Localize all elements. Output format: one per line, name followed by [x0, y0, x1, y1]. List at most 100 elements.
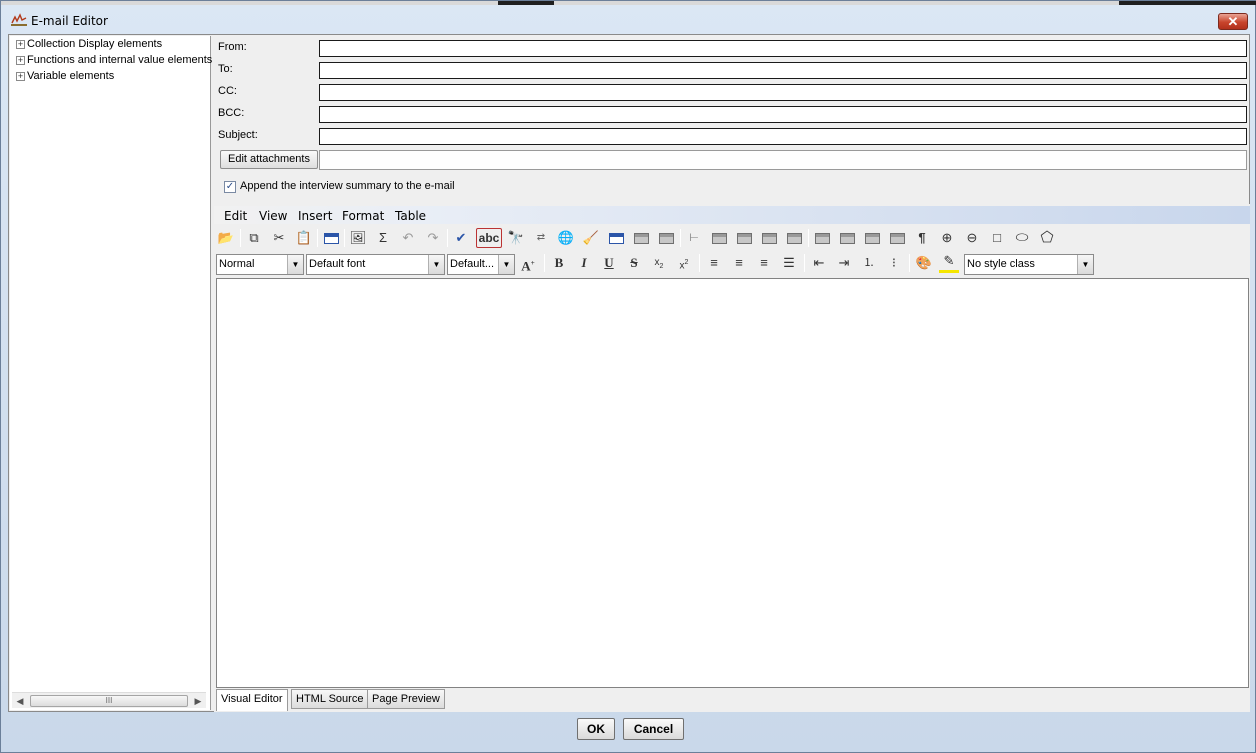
window-title: E-mail Editor [31, 14, 108, 28]
insert-row-icon[interactable] [631, 228, 651, 248]
redo-icon[interactable]: ↷ [423, 228, 443, 248]
menu-table[interactable]: Table [395, 209, 426, 223]
to-field[interactable] [319, 62, 1247, 79]
font-select[interactable]: Default font ▼ [306, 254, 445, 275]
chevron-down-icon[interactable]: ▼ [498, 255, 514, 274]
bcc-field[interactable] [319, 106, 1247, 123]
clean-format-icon[interactable]: 🧹 [581, 228, 601, 248]
tab-html-source[interactable]: HTML Source [291, 689, 369, 709]
highlight-icon[interactable]: ✎ [939, 253, 959, 273]
title-bar[interactable]: E-mail Editor ✕ [1, 5, 1255, 35]
tree-item-label: Functions and internal value elements [27, 54, 213, 66]
cc-field[interactable] [319, 84, 1247, 101]
dialog-client-area: + Collection Display elements + Functions … [8, 34, 1250, 712]
tree-item-functions[interactable]: + Functions and internal value elements [16, 54, 212, 70]
from-field[interactable] [319, 40, 1247, 57]
scroll-right-icon[interactable]: ▶ [191, 694, 205, 708]
insert-table-icon[interactable] [321, 228, 341, 248]
italic-icon[interactable]: I [574, 253, 594, 273]
table-border-icon[interactable] [862, 228, 882, 248]
table-properties-icon[interactable] [606, 228, 626, 248]
insert-column-icon[interactable] [656, 228, 676, 248]
style-class-value: No style class [967, 258, 1035, 270]
chevron-down-icon[interactable]: ▼ [1077, 255, 1093, 274]
subscript-icon[interactable]: x2 [649, 253, 669, 273]
append-summary-checkbox[interactable]: ✓ [224, 181, 236, 193]
align-right-icon[interactable]: ≡ [754, 253, 774, 273]
style-class-select[interactable]: No style class ▼ [964, 254, 1094, 275]
spellcheck-icon[interactable]: ✔ [451, 228, 471, 248]
scroll-left-icon[interactable]: ◀ [13, 694, 27, 708]
chevron-down-icon[interactable]: ▼ [428, 255, 444, 274]
table-style-icon[interactable] [887, 228, 907, 248]
zoom-out-icon[interactable]: ⊖ [962, 228, 982, 248]
replace-icon[interactable]: ⇄ [531, 228, 551, 248]
menu-edit[interactable]: Edit [224, 209, 247, 223]
visual-editor-area[interactable] [216, 278, 1249, 688]
edit-attachments-button[interactable]: Edit attachments [220, 150, 318, 169]
tree-horizontal-scrollbar[interactable]: ◀ III ▶ [12, 692, 206, 708]
tab-page-preview[interactable]: Page Preview [367, 689, 445, 709]
tree-item-collection-display[interactable]: + Collection Display elements [16, 38, 162, 54]
color-palette-icon[interactable]: 🎨 [914, 253, 934, 273]
attachments-field[interactable] [319, 150, 1247, 170]
cut-icon[interactable]: ✂ [269, 228, 289, 248]
expand-icon[interactable]: + [16, 39, 25, 49]
append-summary-label[interactable]: Append the interview summary to the e-ma… [240, 180, 455, 192]
find-icon[interactable]: 🔭 [506, 228, 526, 248]
copy-icon[interactable]: ⧉ [244, 228, 264, 248]
scroll-thumb[interactable]: III [30, 695, 188, 707]
spellcheck-abc-icon[interactable]: abc [476, 228, 502, 248]
rectangle-shape-icon[interactable]: □ [987, 228, 1007, 248]
ok-button[interactable]: OK [577, 718, 615, 740]
chevron-down-icon[interactable]: ▼ [287, 255, 303, 274]
insert-link-icon[interactable]: 🌐 [556, 228, 576, 248]
tree-item-variables[interactable]: + Variable elements [16, 70, 114, 86]
bullet-list-icon[interactable]: ⁝ [884, 253, 904, 273]
table-row-icon[interactable] [709, 228, 729, 248]
table-cell-icon[interactable] [759, 228, 779, 248]
expand-icon[interactable]: + [16, 71, 25, 81]
menu-view[interactable]: View [259, 209, 287, 223]
font-size-up-icon[interactable]: A+ [518, 253, 538, 273]
table-col-icon[interactable] [734, 228, 754, 248]
align-center-icon[interactable]: ≡ [729, 253, 749, 273]
to-label: To: [218, 63, 233, 75]
sum-icon[interactable]: Σ [373, 228, 393, 248]
paragraph-mark-icon[interactable]: ¶ [912, 228, 932, 248]
zoom-in-icon[interactable]: ⊕ [937, 228, 957, 248]
table-merge-icon[interactable] [812, 228, 832, 248]
menu-insert[interactable]: Insert [298, 209, 332, 223]
paste-icon[interactable]: 📋 [294, 228, 314, 248]
font-value: Default font [309, 258, 366, 270]
font-size-select[interactable]: Default... ▼ [447, 254, 515, 275]
bold-icon[interactable]: B [549, 253, 569, 273]
expand-icon[interactable]: + [16, 55, 25, 65]
scroll-grip: III [105, 696, 113, 705]
subject-field[interactable] [319, 128, 1247, 145]
strikethrough-icon[interactable]: S [624, 253, 644, 273]
open-folder-icon[interactable]: 📂 [216, 228, 236, 248]
table-delete-icon[interactable] [784, 228, 804, 248]
insert-image-icon[interactable]: 🖼 [348, 228, 368, 248]
numbered-list-icon[interactable]: ⒈ [859, 253, 879, 273]
align-justify-icon[interactable]: ☰ [779, 253, 799, 273]
tree-item-label: Variable elements [27, 70, 115, 82]
align-left-icon[interactable]: ≡ [704, 253, 724, 273]
ellipse-shape-icon[interactable]: ⬭ [1012, 228, 1032, 248]
paragraph-style-value: Normal [219, 258, 255, 270]
paragraph-style-select[interactable]: Normal ▼ [216, 254, 304, 275]
outdent-icon[interactable]: ⇤ [809, 253, 829, 273]
menu-format[interactable]: Format [342, 209, 384, 223]
indent-icon[interactable]: ⇥ [834, 253, 854, 273]
close-button[interactable]: ✕ [1218, 13, 1248, 30]
tab-visual-editor[interactable]: Visual Editor [216, 689, 288, 711]
superscript-icon[interactable]: x2 [674, 253, 694, 273]
undo-icon[interactable]: ↶ [398, 228, 418, 248]
polygon-shape-icon[interactable]: ⬠ [1037, 228, 1057, 248]
cancel-button[interactable]: Cancel [623, 718, 684, 740]
table-split-icon[interactable] [837, 228, 857, 248]
underline-icon[interactable]: U [599, 253, 619, 273]
element-tree-panel[interactable]: + Collection Display elements + Functions … [10, 36, 212, 710]
tree-structure-icon[interactable]: ⊢ [684, 228, 704, 248]
